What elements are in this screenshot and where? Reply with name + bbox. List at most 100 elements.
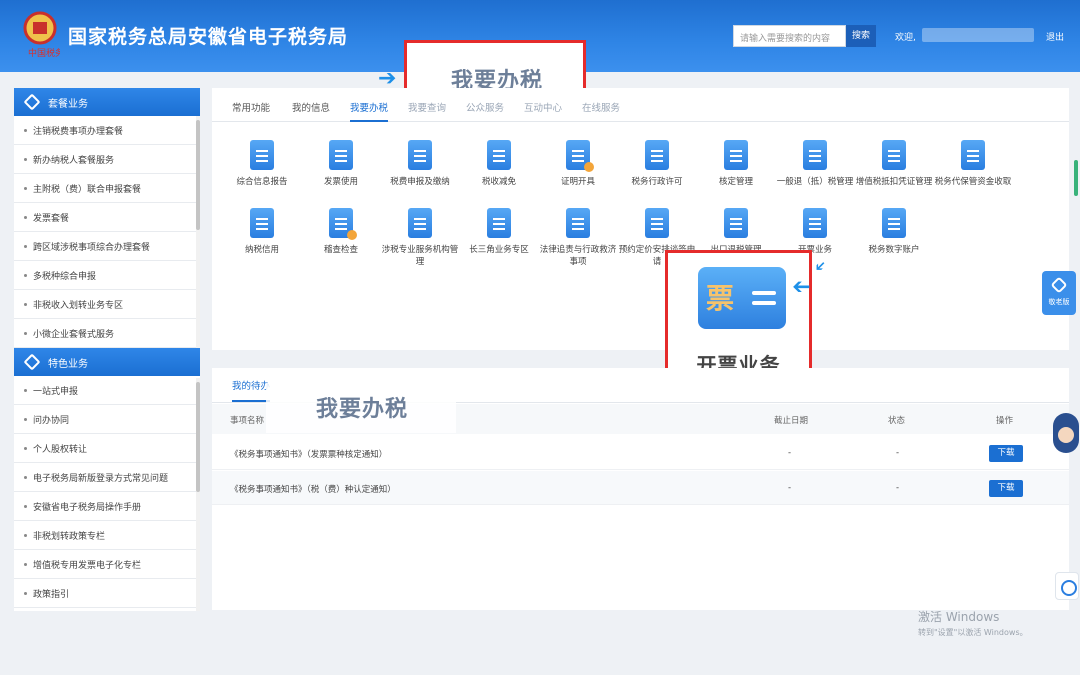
- ticket-icon: [803, 208, 827, 238]
- overlay-banner: 我要办税: [266, 383, 456, 433]
- cell-deadline: -: [788, 483, 792, 493]
- sidebar-item[interactable]: 多税种综合申报: [14, 261, 200, 290]
- function-label: 税务数字账户: [868, 245, 920, 255]
- sidebar-item-label: 电子税务局新版登录方式常见问题: [33, 473, 169, 484]
- sidebar-item[interactable]: 安徽省电子税务局操作手册: [14, 492, 200, 521]
- sidebar-item-label: 小微企业套餐式服务: [33, 329, 115, 340]
- search-button[interactable]: 搜索: [846, 25, 876, 47]
- page-scrollbar[interactable]: [1074, 160, 1078, 196]
- function-item[interactable]: 增值税抵扣凭证管理: [853, 140, 935, 188]
- column-header-action: 操作: [996, 416, 1014, 426]
- sidebar-item[interactable]: 新办纳税人套餐服务: [14, 145, 200, 174]
- sidebar-item[interactable]: 跨区域涉税事项综合办理套餐: [14, 232, 200, 261]
- assistant-avatar[interactable]: [1043, 405, 1080, 461]
- sidebar-item-label: 主附税（费）联合申报套餐: [33, 184, 142, 195]
- sidebar-scroll-thumb[interactable]: [196, 382, 200, 492]
- legal-icon: [566, 208, 590, 238]
- function-item[interactable]: 税收减免: [458, 140, 540, 188]
- function-label: 稽查检查: [323, 245, 358, 255]
- function-item[interactable]: 开票业务: [774, 208, 856, 256]
- tab-public[interactable]: 公众服务: [466, 100, 504, 114]
- sidebar-item[interactable]: 个人股权转让: [14, 434, 200, 463]
- sidebar-item[interactable]: 电子税务局新版登录方式常见问题: [14, 463, 200, 492]
- function-label: 一般退（抵）税管理: [776, 177, 854, 187]
- function-label: 纳税信用: [244, 245, 279, 255]
- sidebar-item-label: 政策指引: [33, 589, 70, 600]
- bullet-icon: [24, 475, 27, 479]
- sidebar-item-label: 一站式申报: [33, 386, 79, 397]
- function-label: 增值税抵扣凭证管理: [855, 177, 933, 187]
- agency-icon: [408, 208, 432, 238]
- function-item[interactable]: 证明开具: [537, 140, 619, 188]
- function-item[interactable]: 税务行政许可: [616, 140, 698, 188]
- sidebar-item[interactable]: 问办协同: [14, 405, 200, 434]
- function-item[interactable]: 长三角业务专区: [458, 208, 540, 256]
- search-input[interactable]: 请输入需要搜索的内容: [733, 25, 846, 47]
- sidebar-item[interactable]: 一站式申报: [14, 376, 200, 405]
- bullet-icon: [24, 302, 27, 306]
- arrow-icon: ➔: [792, 274, 811, 299]
- download-button[interactable]: 下载: [989, 445, 1023, 462]
- sidebar-item[interactable]: 非税收入划转业务专区: [14, 290, 200, 319]
- sidebar: 套餐业务 注销税费事项办理套餐 新办纳税人套餐服务 主附税（费）联合申报套餐 发…: [14, 88, 200, 611]
- tab-interact[interactable]: 互动中心: [524, 100, 562, 114]
- function-item[interactable]: 税费申报及缴纳: [379, 140, 461, 188]
- tab-my-todo[interactable]: 我的待办: [232, 378, 271, 402]
- function-item[interactable]: 综合信息报告: [221, 140, 303, 188]
- sidebar-item[interactable]: 政策指引: [14, 579, 200, 608]
- bullet-icon: [24, 533, 27, 537]
- function-item[interactable]: 法律追责与行政救济事项: [537, 208, 619, 268]
- function-label: 税费申报及缴纳: [390, 177, 450, 187]
- function-item[interactable]: 纳税信用: [221, 208, 303, 256]
- bullet-icon: [24, 186, 27, 190]
- function-item[interactable]: 出口退税管理: [695, 208, 777, 256]
- inspection-icon: [329, 208, 357, 240]
- sidebar-item-label: 非税划转政策专栏: [33, 531, 106, 542]
- function-item[interactable]: 发票使用: [300, 140, 382, 188]
- activation-line2: 转到"设置"以激活 Windows。: [918, 628, 1028, 637]
- logout-link[interactable]: 退出: [1046, 30, 1064, 43]
- sidebar-item[interactable]: 主附税（费）联合申报套餐: [14, 174, 200, 203]
- function-item[interactable]: 稽查检查: [300, 208, 382, 256]
- download-button[interactable]: 下载: [989, 480, 1023, 497]
- cell-status: -: [896, 483, 900, 493]
- sidebar-item-label: 新办纳税人套餐服务: [33, 155, 115, 166]
- pricing-icon: [645, 208, 669, 238]
- sidebar-item-label: 注销税费事项办理套餐: [33, 126, 124, 137]
- tab-my-info[interactable]: 我的信息: [292, 100, 330, 114]
- column-header-name: 事项名称: [230, 416, 265, 426]
- column-header-deadline: 截止日期: [774, 416, 809, 426]
- function-item[interactable]: 税务代保管资金收取: [932, 140, 1014, 188]
- svg-text:中国税务: 中国税务: [28, 47, 60, 58]
- digital-account-icon: [882, 208, 906, 238]
- bullet-icon: [24, 157, 27, 161]
- sidebar-item[interactable]: 小微企业套餐式服务: [14, 319, 200, 348]
- tab-online[interactable]: 在线服务: [582, 100, 620, 114]
- function-item[interactable]: 一般退（抵）税管理: [774, 140, 856, 188]
- sidebar-item[interactable]: 注销税费事项办理套餐: [14, 116, 200, 145]
- sidebar-section-package[interactable]: 套餐业务: [14, 88, 200, 116]
- function-item[interactable]: 涉税专业服务机构管理: [379, 208, 461, 268]
- chat-widget-button[interactable]: [1055, 572, 1079, 600]
- welcome-text: 欢迎,: [895, 33, 916, 43]
- elderly-mode-button[interactable]: 敬老版: [1042, 271, 1076, 315]
- callout-highlight-invoice[interactable]: 票 开票业务: [665, 250, 812, 383]
- function-item[interactable]: 核定管理: [695, 140, 777, 188]
- activation-line1: 激活 Windows: [918, 610, 1000, 624]
- function-item[interactable]: 税务数字账户: [853, 208, 935, 256]
- sidebar-scroll-thumb[interactable]: [196, 120, 200, 230]
- sidebar-item[interactable]: 发票套餐: [14, 203, 200, 232]
- sidebar-item-label: 问办协同: [33, 415, 70, 426]
- bullet-icon: [24, 244, 27, 248]
- tab-banshui[interactable]: 我要办税: [350, 100, 389, 122]
- sidebar-section-feature[interactable]: 特色业务: [14, 348, 200, 376]
- sidebar-item-label: 发票套餐: [33, 213, 70, 224]
- sidebar-item[interactable]: 非税划转政策专栏: [14, 521, 200, 550]
- tab-common[interactable]: 常用功能: [232, 100, 270, 114]
- sidebar-item[interactable]: 增值税专用发票电子化专栏: [14, 550, 200, 579]
- elderly-mode-icon: [1050, 276, 1068, 294]
- bullet-icon: [24, 388, 27, 392]
- tab-query[interactable]: 我要查询: [408, 100, 446, 114]
- function-label: 税务代保管资金收取: [934, 177, 1012, 187]
- cell-status: -: [896, 448, 900, 458]
